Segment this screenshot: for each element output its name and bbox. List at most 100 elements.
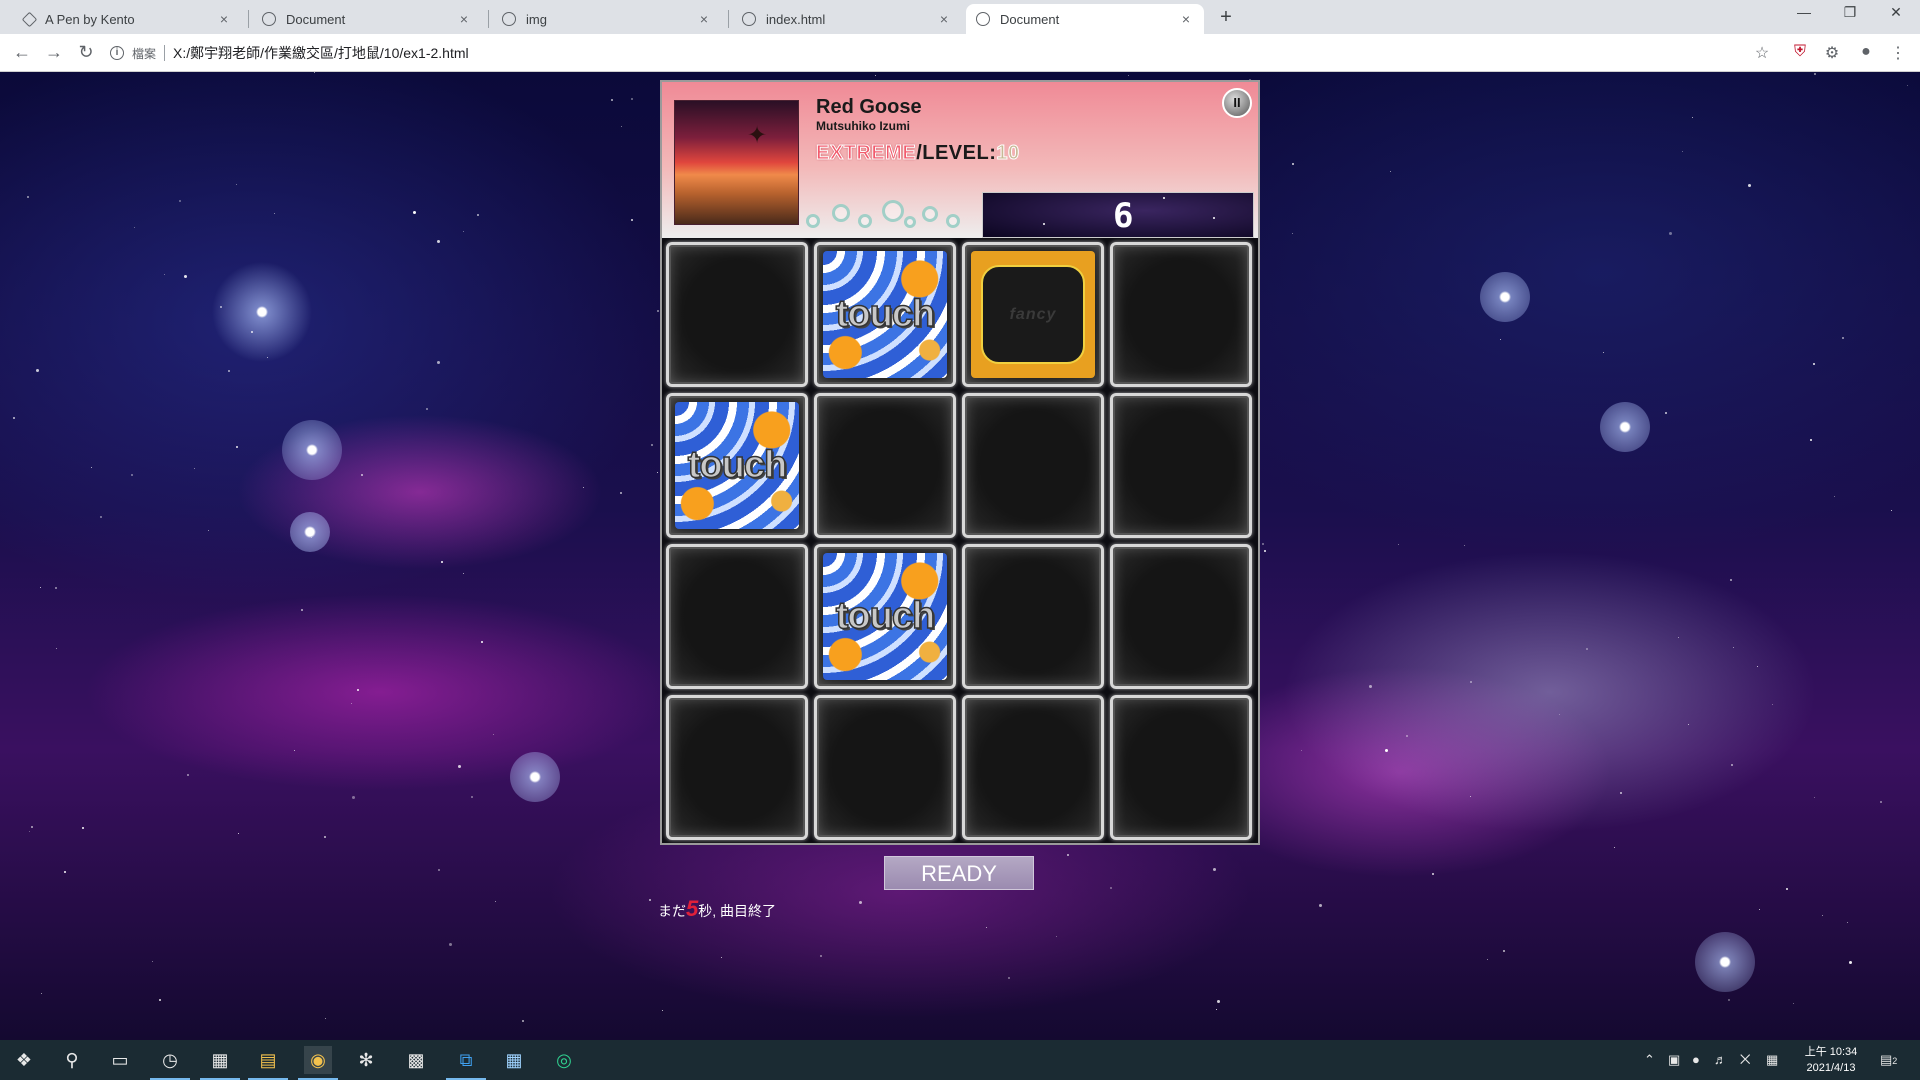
clock-app-icon[interactable]: ◷ — [150, 1046, 190, 1080]
bubble — [858, 214, 872, 228]
chevron-up-icon[interactable]: ⌃ — [1644, 1052, 1655, 1068]
app-circle-icon[interactable]: ◎ — [550, 1046, 578, 1074]
ready-button[interactable]: READY — [884, 856, 1034, 890]
microphone-icon[interactable]: ● — [1692, 1052, 1700, 1067]
level-value: 10 — [996, 142, 1020, 165]
mole-hole-r3-c4[interactable] — [1110, 544, 1252, 689]
star — [1262, 543, 1264, 545]
tab-separator — [248, 10, 249, 28]
mole-hole-r2-c2[interactable] — [814, 393, 956, 538]
star — [1503, 950, 1505, 952]
calculator-icon[interactable]: ▦ — [500, 1046, 528, 1074]
info-icon[interactable]: i — [110, 46, 124, 60]
star — [1907, 85, 1908, 86]
star — [1678, 637, 1679, 638]
star — [1880, 801, 1882, 803]
input-method-icon[interactable]: ▦ — [1766, 1052, 1778, 1068]
bubble — [946, 214, 960, 228]
terminal-icon[interactable]: ▩ — [402, 1046, 430, 1074]
mole-hole-r1-c3[interactable]: fancy — [962, 242, 1104, 387]
fancy-mole-tile[interactable]: fancy — [971, 251, 1095, 378]
star-dot — [1043, 223, 1045, 225]
system-clock[interactable]: 上午 10:34 2021/4/13 — [1798, 1044, 1864, 1076]
forward-button[interactable]: → — [42, 42, 66, 63]
close-window-button[interactable]: ✕ — [1876, 4, 1916, 21]
star — [1292, 163, 1294, 165]
file-explorer-icon[interactable]: ▤ — [248, 1046, 288, 1080]
star — [458, 765, 461, 768]
close-icon[interactable]: × — [936, 11, 952, 27]
star — [1056, 936, 1057, 937]
extension-shield-icon[interactable]: ⛨ — [1790, 43, 1810, 63]
bookmark-star-icon[interactable]: ☆ — [1752, 43, 1772, 63]
touch-mole-tile[interactable]: touch — [823, 553, 947, 680]
close-icon[interactable]: × — [1178, 11, 1194, 27]
chrome-icon[interactable]: ◉ — [298, 1046, 338, 1080]
star — [621, 126, 622, 127]
mole-hole-r2-c4[interactable] — [1110, 393, 1252, 538]
mole-hole-r1-c2[interactable]: touch — [814, 242, 956, 387]
mole-hole-r3-c3[interactable] — [962, 544, 1104, 689]
mole-hole-r4-c1[interactable] — [666, 695, 808, 840]
bubble — [922, 206, 938, 222]
decorative-bubbles — [802, 200, 970, 238]
mole-hole-r3-c1[interactable] — [666, 544, 808, 689]
touch-mole-tile[interactable]: touch — [675, 402, 799, 529]
mole-hole-r4-c2[interactable] — [814, 695, 956, 840]
menu-kebab-icon[interactable]: ⋮ — [1888, 43, 1908, 63]
star — [441, 561, 443, 563]
volume-icon[interactable]: ♬ — [1714, 1052, 1727, 1067]
windows-taskbar: ❖ ⚲ ▭ ◷ ▦ ▤ ◉ ✻ ▩ ⧉ ▦ ◎ ⌃ ▣ ● ♬ ⨉ ▦ 上午 1… — [0, 1040, 1920, 1080]
pause-button[interactable]: II — [1222, 88, 1252, 118]
notification-icon[interactable]: ▤2 — [1880, 1052, 1897, 1068]
reload-button[interactable]: ↻ — [74, 42, 98, 63]
level-label: LEVEL: — [922, 142, 997, 164]
mole-hole-r4-c3[interactable] — [962, 695, 1104, 840]
back-button[interactable]: ← — [10, 42, 34, 63]
omnibox-separator — [164, 45, 166, 61]
tab-a-pen-by-kento[interactable]: A Pen by Kento × — [12, 4, 242, 34]
close-icon[interactable]: × — [696, 11, 712, 27]
network-icon[interactable]: ▣ — [1668, 1052, 1680, 1068]
close-icon[interactable]: × — [456, 11, 472, 27]
tab-img[interactable]: img × — [492, 4, 722, 34]
close-icon[interactable]: × — [216, 11, 232, 27]
url-text[interactable]: X:/鄭宇翔老師/作業繳交區/打地鼠/10/ex1-2.html — [173, 43, 469, 63]
star — [1470, 681, 1472, 683]
star — [1692, 117, 1693, 118]
minimize-button[interactable]: — — [1784, 4, 1824, 20]
extensions-puzzle-icon[interactable]: ⚙ — [1822, 43, 1842, 63]
tab-index-html[interactable]: index.html × — [732, 4, 962, 34]
touch-mole-tile[interactable]: touch — [823, 251, 947, 378]
mole-hole-r3-c2[interactable]: touch — [814, 544, 956, 689]
touch-tile-label: touch — [835, 292, 936, 336]
mute-icon[interactable]: ⨉ — [1740, 1052, 1750, 1068]
star — [437, 240, 440, 243]
mole-hole-r2-c3[interactable] — [962, 393, 1104, 538]
file-manager-app-icon[interactable]: ▦ — [200, 1046, 240, 1080]
star — [41, 993, 42, 994]
vscode-icon[interactable]: ⧉ — [446, 1046, 486, 1080]
star — [1849, 961, 1852, 964]
address-bar[interactable]: i 檔案 X:/鄭宇翔老師/作業繳交區/打地鼠/10/ex1-2.html — [110, 39, 1770, 67]
app-icon[interactable]: ✻ — [352, 1046, 380, 1074]
star — [1748, 184, 1751, 187]
windows-start-icon[interactable]: ❖ — [10, 1046, 38, 1074]
new-tab-button[interactable]: + — [1214, 6, 1238, 29]
profile-avatar-icon[interactable]: ● — [1856, 43, 1876, 63]
mole-hole-r4-c4[interactable] — [1110, 695, 1252, 840]
star — [1369, 685, 1372, 688]
mole-hole-r2-c1[interactable]: touch — [666, 393, 808, 538]
restore-button[interactable]: ❐ — [1830, 4, 1870, 21]
task-view-icon[interactable]: ▭ — [106, 1046, 134, 1074]
star — [1810, 439, 1812, 441]
star — [228, 370, 230, 372]
tab-document-active[interactable]: Document × — [966, 4, 1204, 34]
tab-document[interactable]: Document × — [252, 4, 482, 34]
star — [1682, 151, 1683, 152]
star — [184, 275, 187, 278]
mole-hole-r1-c4[interactable] — [1110, 242, 1252, 387]
search-icon[interactable]: ⚲ — [58, 1046, 86, 1074]
star — [31, 826, 33, 828]
mole-hole-r1-c1[interactable] — [666, 242, 808, 387]
